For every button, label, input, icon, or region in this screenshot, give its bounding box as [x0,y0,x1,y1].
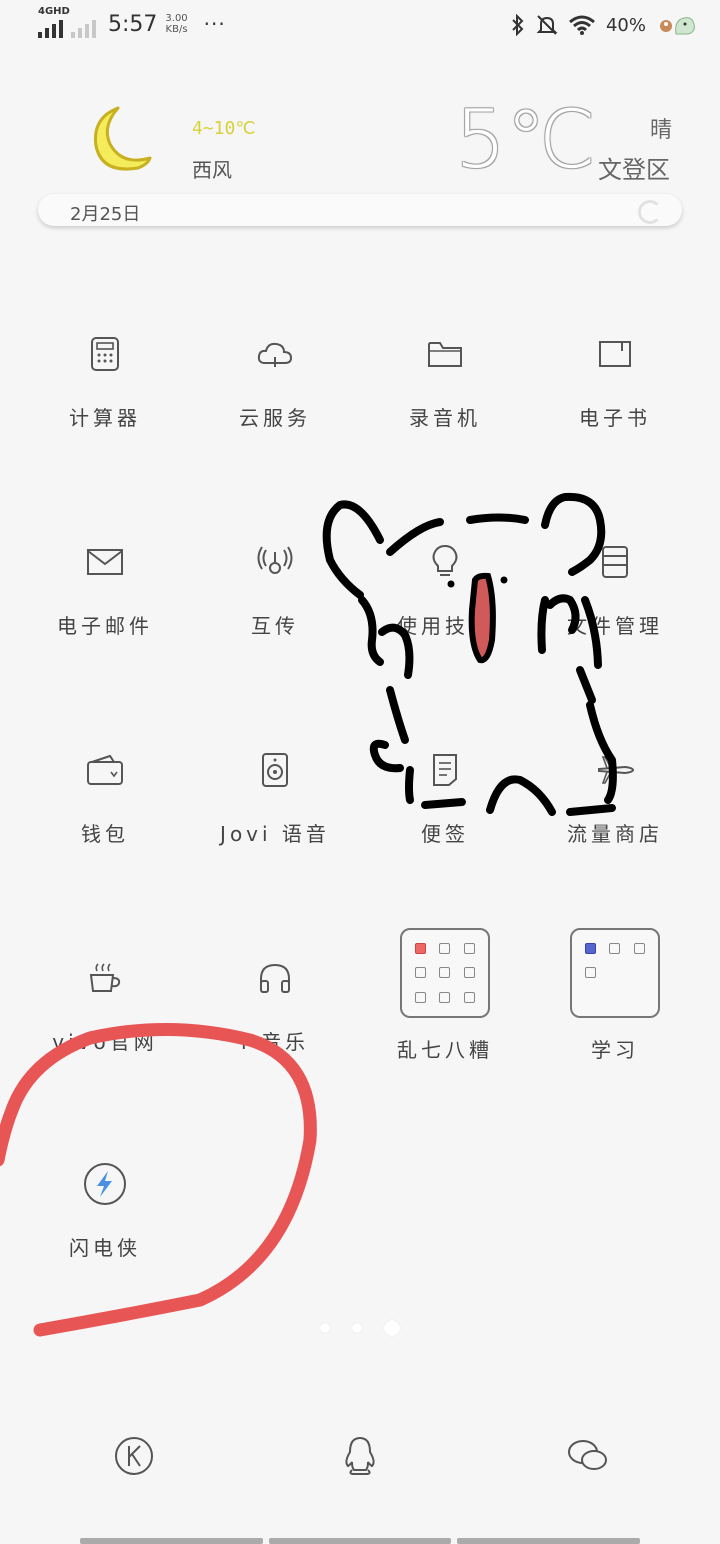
app-label: Jovi 语音 [220,822,330,846]
app-label: 云服务 [239,406,311,430]
app-label: 录音机 [409,406,481,430]
page-dot[interactable] [320,1323,330,1333]
battery-icon [660,17,695,35]
app-label: 文件管理 [567,614,663,638]
nav-segment[interactable] [80,1538,263,1544]
app-label: 流量商店 [567,822,663,846]
app-label: vivo官网 [52,1030,158,1054]
weather-condition: 晴 [649,118,672,143]
app-label: 使用技巧 [397,614,493,638]
app-label: 互传 [251,614,299,638]
wallet-icon [81,746,129,794]
app-file-manager[interactable]: 文件管理 [530,538,700,639]
note-icon [421,746,469,794]
lightning-icon [81,1160,129,1208]
app-cloud-service[interactable]: 云服务 [190,330,360,431]
headphones-icon [251,954,299,1002]
cloud-icon [251,330,299,378]
app-i-music[interactable]: i 音乐 [190,954,360,1055]
app-recorder[interactable]: 录音机 [360,330,530,431]
net-speed-unit: KB/s [165,24,188,35]
app-notes[interactable]: 便签 [360,746,530,847]
folder-group-icon [570,928,660,1018]
folder-group-icon [400,928,490,1018]
folder-study[interactable]: 学习 [530,928,700,1063]
battery-level: 40% [605,14,646,36]
page-dot[interactable] [352,1323,362,1333]
cup-icon [81,954,129,1002]
app-label: 电子书 [579,406,651,430]
date-label: 2月25日 [70,204,141,225]
app-tips[interactable]: 使用技巧 [360,538,530,639]
date-bar: 2月25日 [38,194,682,226]
speaker-icon [251,746,299,794]
moon-icon [93,106,152,171]
signal-strength: 4GHD [38,6,70,38]
app-label: 便签 [421,822,469,846]
mail-icon [81,538,129,586]
weather-widget[interactable]: 4~10℃ 西风 5℃ 晴 文登区 2月25日 [0,90,720,240]
app-wallet[interactable]: 钱包 [20,746,190,847]
app-jovi-voice[interactable]: Jovi 语音 [190,746,360,847]
app-data-store[interactable]: 流量商店 [530,746,700,847]
folder-label: 学习 [591,1038,639,1062]
page-dot-active[interactable] [384,1320,400,1336]
share-icon [251,538,299,586]
calculator-icon [81,330,129,378]
current-temperature: 5℃ [455,93,596,186]
page-indicator[interactable] [320,1320,400,1336]
signal-icon [38,18,63,38]
folder-icon [421,330,469,378]
bluetooth-icon [512,14,524,36]
navigation-bar[interactable] [80,1538,641,1544]
book-icon [591,330,639,378]
refresh-icon[interactable] [638,200,662,224]
nav-segment[interactable] [457,1538,641,1544]
folder-label: 乱七八糟 [397,1038,493,1062]
app-label: 闪电侠 [69,1236,141,1260]
qq-icon[interactable] [336,1432,384,1480]
network-type: 4GHD [38,6,70,17]
app-label: 计算器 [69,406,141,430]
wifi-icon [569,15,595,35]
wind-direction: 西风 [192,158,232,182]
app-share[interactable]: 互传 [190,538,360,639]
kuwo-icon[interactable] [110,1432,158,1480]
bulb-icon [421,538,469,586]
wechat-icon[interactable] [564,1432,612,1480]
folder-misc[interactable]: 乱七八糟 [360,928,530,1063]
app-calculator[interactable]: 计算器 [20,330,190,431]
temp-range: 4~10℃ [192,118,256,139]
mute-icon [536,15,558,35]
nav-segment[interactable] [268,1538,452,1544]
app-vivo-website[interactable]: vivo官网 [20,954,190,1055]
app-label: 电子邮件 [57,614,153,638]
location-district: 文登区 [598,156,670,184]
file-manager-icon [591,538,639,586]
app-email[interactable]: 电子邮件 [20,538,190,639]
plane-icon [591,746,639,794]
app-label: 钱包 [81,822,129,846]
app-flash[interactable]: 闪电侠 [20,1160,190,1261]
clock: 5:57 [108,11,158,37]
app-label: i 音乐 [241,1030,309,1054]
signal-2-icon [71,18,96,38]
net-speed-value: 3.00 [165,13,188,24]
app-ebook[interactable]: 电子书 [530,330,700,431]
status-bar: 4GHD 5:57 3.00 KB/s ··· 40% [0,0,720,56]
more-notifications: ··· [203,12,226,36]
net-speed: 3.00 KB/s [165,13,187,35]
